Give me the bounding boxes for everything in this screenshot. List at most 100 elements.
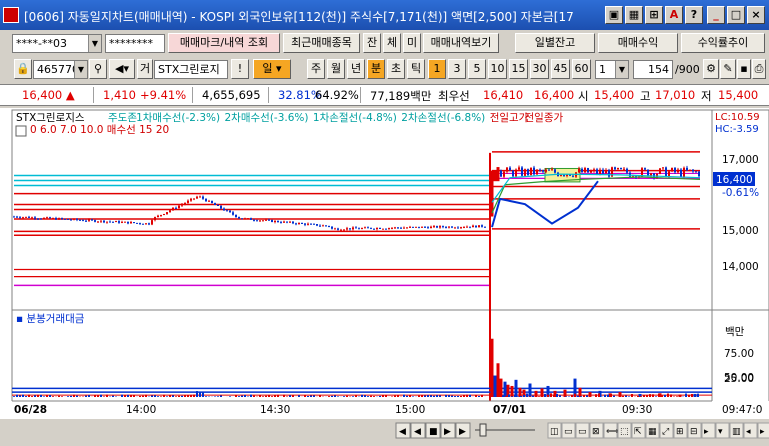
volume-bar bbox=[259, 395, 261, 397]
best-ask: 16,410 bbox=[483, 88, 523, 102]
minute-30[interactable]: 30 bbox=[530, 59, 549, 79]
executed-button[interactable]: 체 bbox=[383, 33, 401, 53]
volume-bar bbox=[31, 396, 33, 397]
price-chart[interactable]: STX그린로지스 주도존1차매수선(-2.3%)2차매수선(-3.6%)1차손절… bbox=[0, 108, 769, 443]
candle-body bbox=[283, 222, 285, 223]
volume-bar bbox=[469, 395, 471, 397]
volume-bar bbox=[70, 396, 72, 397]
volume-bar bbox=[550, 393, 552, 397]
candle-body bbox=[340, 230, 342, 231]
volume-bar bbox=[481, 395, 483, 397]
candle-body bbox=[244, 218, 246, 219]
period-minute[interactable]: 분 bbox=[367, 59, 385, 79]
chevron-down-icon[interactable]: ▼ bbox=[615, 61, 628, 78]
bar-count-input[interactable]: 154 bbox=[633, 60, 673, 79]
maximize-button[interactable]: □ bbox=[727, 6, 745, 24]
settings-icon[interactable]: ⚙ bbox=[703, 59, 719, 79]
candle-body bbox=[376, 228, 378, 229]
recent-trades-button[interactable]: 최근매매종목 bbox=[283, 33, 360, 53]
candle-body bbox=[328, 226, 330, 227]
tile-icon[interactable]: ▣ bbox=[605, 6, 623, 24]
chevron-down-icon[interactable]: ▼ bbox=[74, 61, 87, 78]
help-icon[interactable]: ? bbox=[685, 6, 703, 24]
candle-body bbox=[70, 220, 72, 221]
minute-1[interactable]: 1 bbox=[428, 59, 446, 79]
volume-rate-2: 64.92% bbox=[315, 88, 359, 102]
print-icon[interactable]: ⎙ bbox=[752, 59, 766, 79]
alert-icon[interactable]: A bbox=[665, 6, 683, 24]
candle-body bbox=[614, 167, 616, 169]
account-toolbar: ****-**03 ▼ ******** 매매마크/내역 조회 최근매매종목 잔… bbox=[0, 31, 769, 56]
search-icon[interactable]: ⚲ bbox=[89, 59, 107, 79]
period-tick[interactable]: 틱 bbox=[407, 59, 425, 79]
legend-item: 1차손절선(-4.8%) bbox=[313, 111, 397, 124]
period-second[interactable]: 초 bbox=[387, 59, 405, 79]
interval-input[interactable]: 1 ▼ bbox=[595, 60, 629, 79]
volume-bar bbox=[139, 396, 141, 397]
candle-body bbox=[136, 223, 138, 224]
candle-body bbox=[379, 228, 381, 229]
chart-tool-icon: ▭ bbox=[578, 427, 587, 437]
volume-bar bbox=[244, 395, 246, 397]
tools-icon[interactable]: ✎ bbox=[720, 59, 736, 79]
layout-icon[interactable]: ▦ bbox=[625, 6, 643, 24]
volume-bar bbox=[304, 395, 306, 397]
stock-code-input[interactable]: 465770 ▼ bbox=[33, 60, 88, 79]
zoom-slider-thumb[interactable] bbox=[480, 424, 486, 436]
volume-bar bbox=[106, 395, 108, 397]
volume-bar bbox=[478, 396, 480, 397]
daily-balance-button[interactable]: 일별잔고 bbox=[515, 33, 595, 53]
chart-tool-icon: ◂ bbox=[746, 427, 751, 437]
volume-bar bbox=[607, 395, 609, 397]
speaker-icon[interactable]: ◀▾ bbox=[109, 59, 135, 79]
candle-body bbox=[25, 217, 27, 218]
period-month[interactable]: 월 bbox=[327, 59, 345, 79]
candle-body bbox=[674, 168, 676, 172]
candle-body bbox=[373, 229, 375, 230]
candle-body bbox=[313, 224, 315, 225]
lock-icon[interactable]: 🔒 bbox=[14, 59, 32, 79]
volume-bar bbox=[559, 395, 561, 397]
chevron-down-icon[interactable]: ▼ bbox=[88, 35, 101, 52]
volume-bar bbox=[277, 395, 279, 397]
minute-15[interactable]: 15 bbox=[509, 59, 528, 79]
account-select[interactable]: ****-**03 ▼ bbox=[12, 34, 102, 53]
candle-body bbox=[43, 218, 45, 219]
candle-body bbox=[617, 168, 619, 169]
unexecuted-button[interactable]: 미 bbox=[403, 33, 421, 53]
candle-body bbox=[316, 224, 318, 226]
password-field[interactable]: ******** bbox=[105, 34, 165, 53]
trade-profit-button[interactable]: 매매수익 bbox=[598, 33, 678, 53]
volume-bar bbox=[579, 388, 582, 397]
view-trades-button[interactable]: 매매내역보기 bbox=[423, 33, 499, 53]
candle-body bbox=[454, 228, 456, 229]
save-window-icon[interactable]: ⊞ bbox=[645, 6, 663, 24]
period-year[interactable]: 년 bbox=[347, 59, 365, 79]
candle-body bbox=[334, 228, 336, 229]
minute-10[interactable]: 10 bbox=[488, 59, 507, 79]
return-trend-button[interactable]: 수익률추이 bbox=[681, 33, 765, 53]
volume-bar bbox=[28, 395, 30, 397]
warning-icon[interactable]: ! bbox=[231, 59, 249, 79]
minute-3[interactable]: 3 bbox=[448, 59, 466, 79]
volume-bar bbox=[40, 395, 42, 397]
chart-area[interactable]: STX그린로지스 주도존1차매수선(-2.3%)2차매수선(-3.6%)1차손절… bbox=[0, 108, 769, 443]
candle-body bbox=[274, 221, 276, 222]
period-select[interactable]: 일 ▾ bbox=[253, 59, 291, 79]
save-icon[interactable]: ▪ bbox=[737, 59, 751, 79]
balance-button[interactable]: 잔 bbox=[363, 33, 381, 53]
minute-45[interactable]: 45 bbox=[551, 59, 570, 79]
name-prefix[interactable]: 거 bbox=[137, 59, 153, 79]
minute-60[interactable]: 60 bbox=[572, 59, 591, 79]
period-week[interactable]: 주 bbox=[307, 59, 325, 79]
candle-body bbox=[157, 216, 159, 217]
candle-body bbox=[208, 201, 210, 202]
volume-bar bbox=[574, 394, 576, 397]
minute-5[interactable]: 5 bbox=[468, 59, 486, 79]
volume-bar bbox=[190, 395, 192, 397]
high-price: 17,010 bbox=[655, 88, 695, 102]
close-button[interactable]: × bbox=[747, 6, 765, 24]
trade-mark-query-button[interactable]: 매매마크/내역 조회 bbox=[168, 33, 280, 53]
minimize-button[interactable]: _ bbox=[707, 6, 725, 24]
volume-bar bbox=[466, 395, 468, 397]
